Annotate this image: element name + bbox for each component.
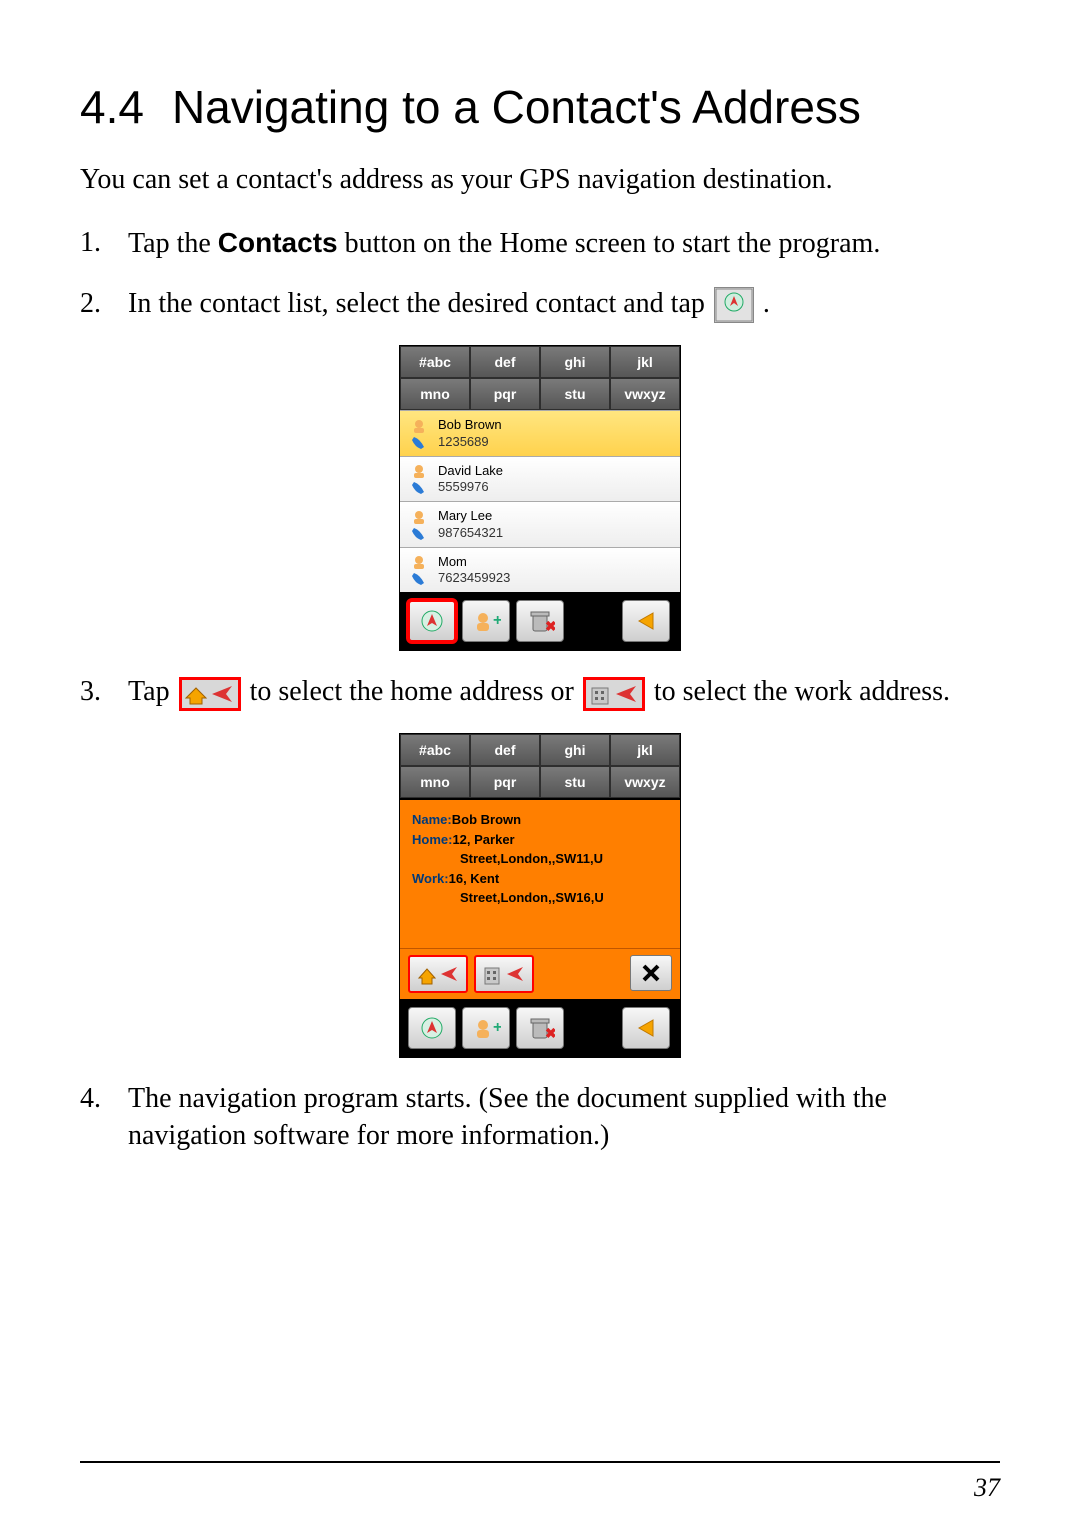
step-1-text: Tap the Contacts button on the Home scre…: [128, 224, 1000, 263]
abc-tab[interactable]: ghi: [540, 346, 610, 378]
device-screenshot-contact-detail: #abc def ghi jkl mno pqr stu vwxyz Name:…: [399, 733, 681, 1058]
svg-text:+: +: [493, 1019, 501, 1036]
delete-contact-button[interactable]: ✖: [516, 600, 564, 642]
contact-row[interactable]: Mary Lee987654321: [400, 501, 680, 547]
abc-tab[interactable]: def: [470, 346, 540, 378]
step-2-text: In the contact list, select the desired …: [128, 285, 1000, 324]
abc-tab[interactable]: pqr: [470, 378, 540, 410]
svg-text:✖: ✖: [545, 1025, 555, 1041]
step-number: 3.: [80, 673, 128, 711]
delete-contact-button[interactable]: ✖: [516, 1007, 564, 1049]
navigate-icon: [714, 287, 754, 323]
section-number: 4.4: [80, 80, 144, 134]
device-screenshot-contact-list: #abc def ghi jkl mno pqr stu vwxyz Bob B…: [399, 345, 681, 651]
abc-tab[interactable]: jkl: [610, 734, 680, 766]
navigate-home-icon: [179, 677, 241, 711]
person-icon: [411, 419, 427, 433]
navigate-work-button[interactable]: [474, 955, 534, 993]
abc-tab[interactable]: #abc: [400, 734, 470, 766]
contact-row[interactable]: Mom7623459923: [400, 547, 680, 593]
step-4-text: The navigation program starts. (See the …: [128, 1080, 1000, 1156]
step-number: 2.: [80, 285, 128, 324]
page-number: 37: [974, 1473, 1000, 1503]
phone-icon: [411, 435, 427, 449]
add-contact-button[interactable]: +: [462, 1007, 510, 1049]
svg-text:✖: ✖: [545, 618, 555, 634]
abc-tab[interactable]: mno: [400, 766, 470, 798]
footer-rule: [80, 1461, 1000, 1463]
svg-text:+: +: [493, 612, 501, 629]
abc-tab[interactable]: stu: [540, 766, 610, 798]
contact-row[interactable]: David Lake5559976: [400, 456, 680, 502]
navigate-work-icon: [583, 677, 645, 711]
abc-tab[interactable]: def: [470, 734, 540, 766]
person-icon: [411, 464, 427, 478]
person-icon: [411, 555, 427, 569]
contact-row[interactable]: Bob Brown1235689: [400, 410, 680, 456]
navigate-button[interactable]: [408, 600, 456, 642]
add-contact-button[interactable]: +: [462, 600, 510, 642]
abc-tab[interactable]: pqr: [470, 766, 540, 798]
abc-tab[interactable]: ghi: [540, 734, 610, 766]
contact-detail-card: Name:Bob Brown Home:12, Parker Street,Lo…: [400, 798, 680, 948]
section-heading: 4.4 Navigating to a Contact's Address: [80, 80, 1000, 134]
back-button[interactable]: [622, 1007, 670, 1049]
section-title: Navigating to a Contact's Address: [172, 81, 861, 133]
abc-tab[interactable]: stu: [540, 378, 610, 410]
phone-icon: [411, 480, 427, 494]
person-icon: [411, 510, 427, 524]
step-3-text: Tap to select the home address or to sel…: [128, 673, 1000, 711]
back-button[interactable]: [622, 600, 670, 642]
abc-tab[interactable]: vwxyz: [610, 378, 680, 410]
step-number: 1.: [80, 224, 128, 263]
phone-icon: [411, 526, 427, 540]
abc-tab[interactable]: #abc: [400, 346, 470, 378]
navigate-home-button[interactable]: [408, 955, 468, 993]
abc-tab[interactable]: vwxyz: [610, 766, 680, 798]
close-detail-button[interactable]: [630, 955, 672, 991]
abc-tab[interactable]: mno: [400, 378, 470, 410]
step-number: 4.: [80, 1080, 128, 1156]
phone-icon: [411, 571, 427, 585]
intro-text: You can set a contact's address as your …: [80, 164, 1000, 196]
navigate-button[interactable]: [408, 1007, 456, 1049]
abc-tab[interactable]: jkl: [610, 346, 680, 378]
